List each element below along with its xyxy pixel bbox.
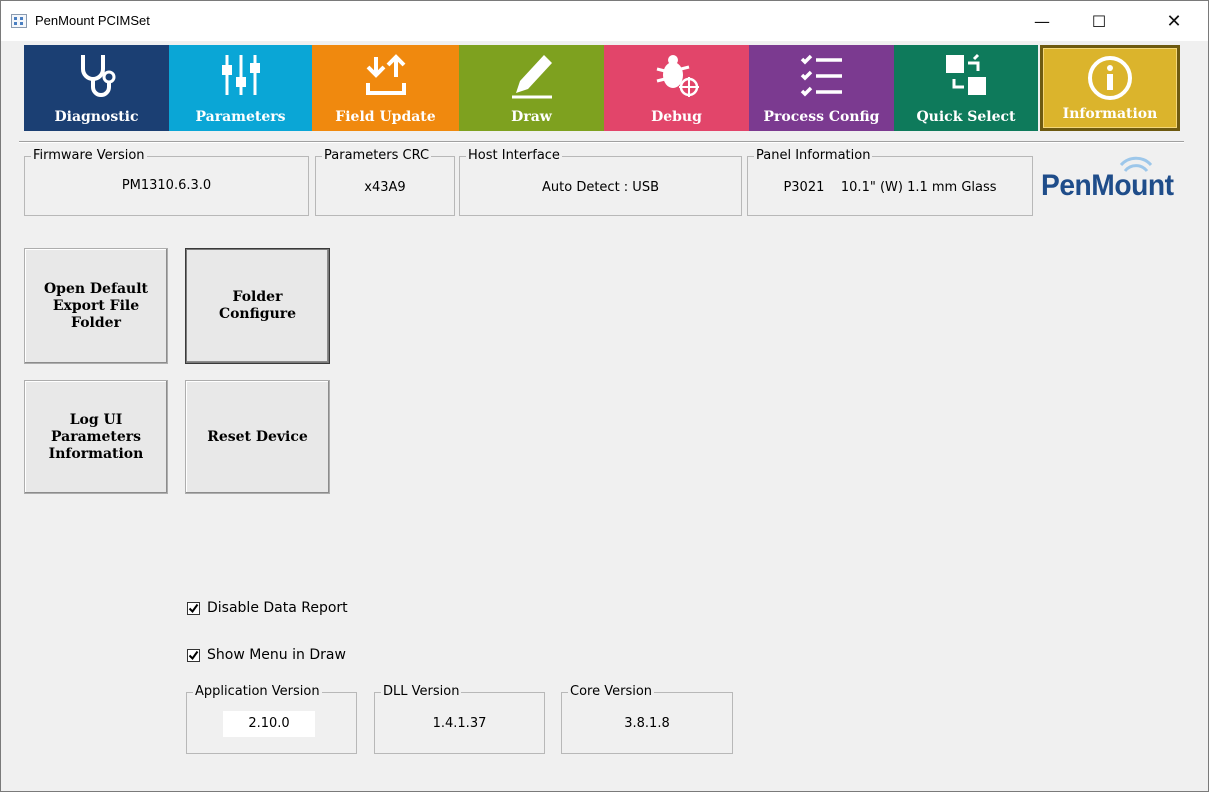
- application-version-group: Application Version 2.10.0: [186, 684, 357, 754]
- sliders-icon: [219, 49, 263, 101]
- parameters-crc-group: Parameters CRC x43A9: [315, 148, 455, 216]
- penmount-logo: PenMount: [1041, 169, 1174, 202]
- group-label: Parameters CRC: [322, 148, 432, 163]
- parameters-crc-value: x43A9: [364, 180, 406, 195]
- checkbox-label: Show Menu in Draw: [207, 647, 346, 663]
- group-label: Application Version: [193, 684, 322, 699]
- stethoscope-icon: [73, 49, 121, 101]
- tab-label: Draw: [511, 109, 552, 125]
- pencil-icon: [508, 49, 556, 101]
- tab-parameters[interactable]: Parameters: [169, 45, 312, 131]
- panel-information-group: Panel Information P3021 10.1" (W) 1.1 mm…: [747, 148, 1033, 216]
- close-button[interactable]: ✕: [1151, 1, 1197, 41]
- checkmark-icon: [188, 603, 199, 613]
- minimize-button[interactable]: —: [1019, 1, 1065, 41]
- swap-icon: [942, 49, 990, 101]
- show-menu-in-draw-checkbox[interactable]: Show Menu in Draw: [187, 647, 346, 663]
- upload-icon: [362, 49, 410, 101]
- toolbar-divider: [19, 141, 1184, 143]
- log-ui-parameters-information-button[interactable]: Log UI Parameters Information: [24, 380, 168, 494]
- checkmark-icon: [188, 650, 199, 660]
- tab-label: Parameters: [195, 109, 286, 125]
- checkbox-box[interactable]: [187, 648, 200, 662]
- firmware-version-group: Firmware Version PM1310.6.3.0: [24, 148, 309, 216]
- title-bar: PenMount PCIMSet — ☐ ✕: [1, 1, 1208, 41]
- tab-information[interactable]: Information: [1040, 45, 1180, 131]
- tab-quick-select[interactable]: Quick Select: [894, 45, 1038, 131]
- group-label: Host Interface: [466, 148, 562, 163]
- app-window: PenMount PCIMSet — ☐ ✕ Diagnostic Parame…: [0, 0, 1209, 792]
- tab-label: Debug: [651, 109, 702, 125]
- group-label: Panel Information: [754, 148, 873, 163]
- open-default-export-folder-button[interactable]: Open Default Export File Folder: [24, 248, 168, 364]
- tab-diagnostic[interactable]: Diagnostic: [24, 45, 169, 131]
- tab-label: Diagnostic: [54, 109, 139, 125]
- disable-data-report-checkbox[interactable]: Disable Data Report: [187, 600, 348, 616]
- reset-device-button[interactable]: Reset Device: [185, 380, 330, 494]
- group-label: Core Version: [568, 684, 655, 699]
- tab-label: Process Config: [763, 109, 880, 125]
- tab-field-update[interactable]: Field Update: [312, 45, 459, 131]
- bug-icon: [653, 49, 701, 101]
- host-interface-group: Host Interface Auto Detect : USB: [459, 148, 742, 216]
- folder-configure-button[interactable]: Folder Configure: [185, 248, 330, 364]
- core-version-group: Core Version 3.8.1.8: [561, 684, 733, 754]
- group-label: Firmware Version: [31, 148, 147, 163]
- tab-draw[interactable]: Draw: [459, 45, 604, 131]
- maximize-button[interactable]: ☐: [1076, 1, 1122, 41]
- tab-process-config[interactable]: Process Config: [749, 45, 894, 131]
- window-title: PenMount PCIMSet: [35, 13, 150, 28]
- checkbox-label: Disable Data Report: [207, 600, 348, 616]
- checklist-icon: [798, 49, 846, 101]
- firmware-version-value: PM1310.6.3.0: [121, 178, 212, 193]
- host-interface-value: Auto Detect : USB: [542, 180, 659, 195]
- info-icon: [1086, 52, 1134, 104]
- core-version-value: 3.8.1.8: [624, 716, 670, 731]
- tab-label: Quick Select: [916, 109, 1016, 125]
- main-toolbar: Diagnostic Parameters Field Update Draw …: [16, 45, 1186, 132]
- app-icon: [11, 14, 27, 28]
- tab-debug[interactable]: Debug: [604, 45, 749, 131]
- wireless-signal-icon: [1119, 156, 1153, 173]
- checkbox-box[interactable]: [187, 601, 200, 615]
- panel-information-value: P3021 10.1" (W) 1.1 mm Glass: [783, 180, 997, 195]
- tab-label: Field Update: [335, 109, 436, 125]
- application-version-value: 2.10.0: [223, 711, 315, 737]
- tab-label: Information: [1062, 106, 1158, 122]
- dll-version-value: 1.4.1.37: [432, 716, 487, 731]
- dll-version-group: DLL Version 1.4.1.37: [374, 684, 545, 754]
- group-label: DLL Version: [381, 684, 462, 699]
